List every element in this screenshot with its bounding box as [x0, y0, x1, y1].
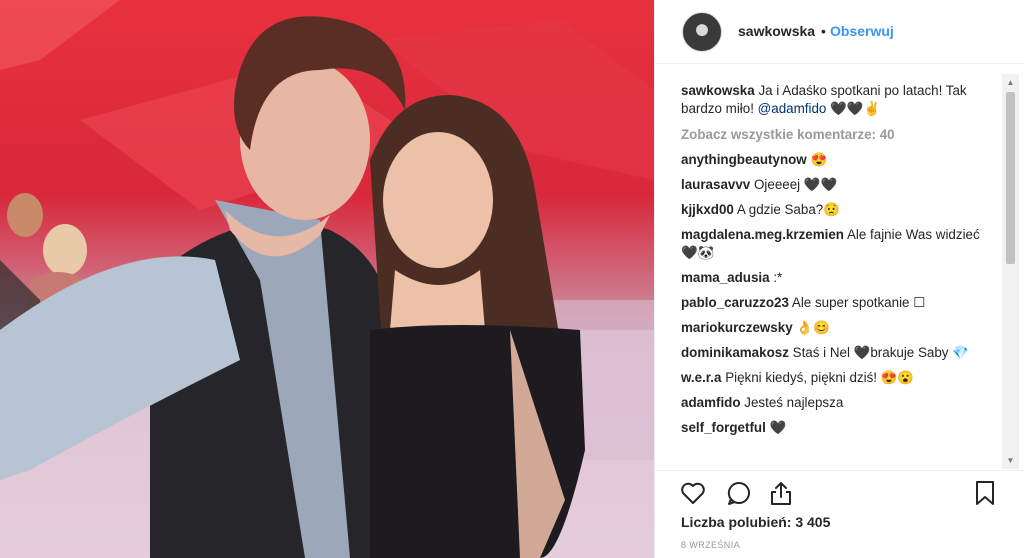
scroll-up-arrow-icon[interactable]: ▲ — [1002, 74, 1019, 91]
comment-username[interactable]: w.e.r.a — [681, 370, 721, 385]
comment-item: mama_adusia :* — [681, 269, 999, 287]
comment-item: kjjkxd00 A gdzie Saba?😟 — [681, 201, 999, 219]
comment-username[interactable]: anythingbeautynow — [681, 152, 807, 167]
comment-item: magdalena.meg.krzemien Ale fajnie Was wi… — [681, 226, 999, 262]
comment-item: dominikamakosz Staś i Nel 🖤brakuje Saby … — [681, 344, 999, 362]
comment-item: adamfido Jesteś najlepsza — [681, 394, 999, 412]
comment-text: 😍 — [810, 152, 828, 167]
comment-item: mariokurczewsky 👌😊 — [681, 319, 999, 337]
follow-button[interactable]: Obserwuj — [830, 23, 894, 39]
comment-username[interactable]: dominikamakosz — [681, 345, 789, 360]
view-all-comments-link[interactable]: Zobacz wszystkie komentarze: 40 — [681, 126, 999, 144]
comment-text: Ojeeeej 🖤🖤 — [753, 177, 838, 192]
share-icon[interactable] — [767, 479, 795, 507]
post-header: sawkowska • Obserwuj — [655, 0, 1024, 64]
comment-text: 🖤 — [769, 420, 787, 435]
comment-icon[interactable] — [725, 479, 753, 507]
bookmark-icon[interactable] — [971, 479, 999, 507]
comment-item: w.e.r.a Piękni kiedyś, piękni dziś! 😍😮 — [681, 369, 999, 387]
likes-count[interactable]: Liczba polubień: 3 405 — [681, 514, 830, 530]
avatar[interactable] — [682, 12, 722, 52]
comment-item: pablo_caruzzo23 Ale super spotkanie ☐ — [681, 294, 999, 312]
post-caption: sawkowska Ja i Adaśko spotkani po latach… — [681, 82, 999, 118]
comment-text: Ale super spotkanie ☐ — [791, 295, 926, 310]
comment-text: Piękni kiedyś, piękni dziś! 😍😮 — [725, 370, 915, 385]
caption-username[interactable]: sawkowska — [681, 83, 755, 98]
scrollbar-thumb[interactable] — [1006, 92, 1015, 264]
comment-username[interactable]: laurasavvv — [681, 177, 750, 192]
comment-username[interactable]: adamfido — [681, 395, 741, 410]
post-photo — [0, 0, 654, 558]
comment-item: laurasavvv Ojeeeej 🖤🖤 — [681, 176, 999, 194]
comment-text: Jesteś najlepsza — [744, 395, 844, 410]
comment-text: 👌😊 — [796, 320, 830, 335]
comment-username[interactable]: mariokurczewsky — [681, 320, 793, 335]
caption-emoji: 🖤🖤✌ — [830, 101, 881, 116]
comment-username[interactable]: kjjkxd00 — [681, 202, 734, 217]
scroll-down-arrow-icon[interactable]: ▼ — [1002, 452, 1019, 469]
post-date[interactable]: 8 WRZEŚNIA — [681, 540, 740, 550]
comment-text: :* — [773, 270, 783, 285]
header-separator: • — [821, 23, 826, 39]
comments-list[interactable]: sawkowska Ja i Adaśko spotkani po latach… — [681, 82, 999, 468]
comment-username[interactable]: mama_adusia — [681, 270, 770, 285]
author-username[interactable]: sawkowska — [738, 23, 815, 39]
comment-username[interactable]: magdalena.meg.krzemien — [681, 227, 844, 242]
comments-scrollbar[interactable]: ▲ ▼ — [1002, 74, 1019, 469]
heart-icon[interactable] — [679, 479, 707, 507]
comment-text: A gdzie Saba?😟 — [736, 202, 840, 217]
post-photo-illustration — [0, 0, 654, 558]
post-details-panel: sawkowska • Obserwuj sawkowska Ja i Adaś… — [654, 0, 1024, 558]
caption-mention[interactable]: @adamfido — [758, 101, 827, 116]
comment-username[interactable]: pablo_caruzzo23 — [681, 295, 789, 310]
comment-item: anythingbeautynow 😍 — [681, 151, 999, 169]
comment-text: Staś i Nel 🖤brakuje Saby 💎 — [792, 345, 969, 360]
post-actions — [655, 470, 1024, 511]
comment-username[interactable]: self_forgetful — [681, 420, 766, 435]
comment-item: self_forgetful 🖤 — [681, 419, 999, 437]
